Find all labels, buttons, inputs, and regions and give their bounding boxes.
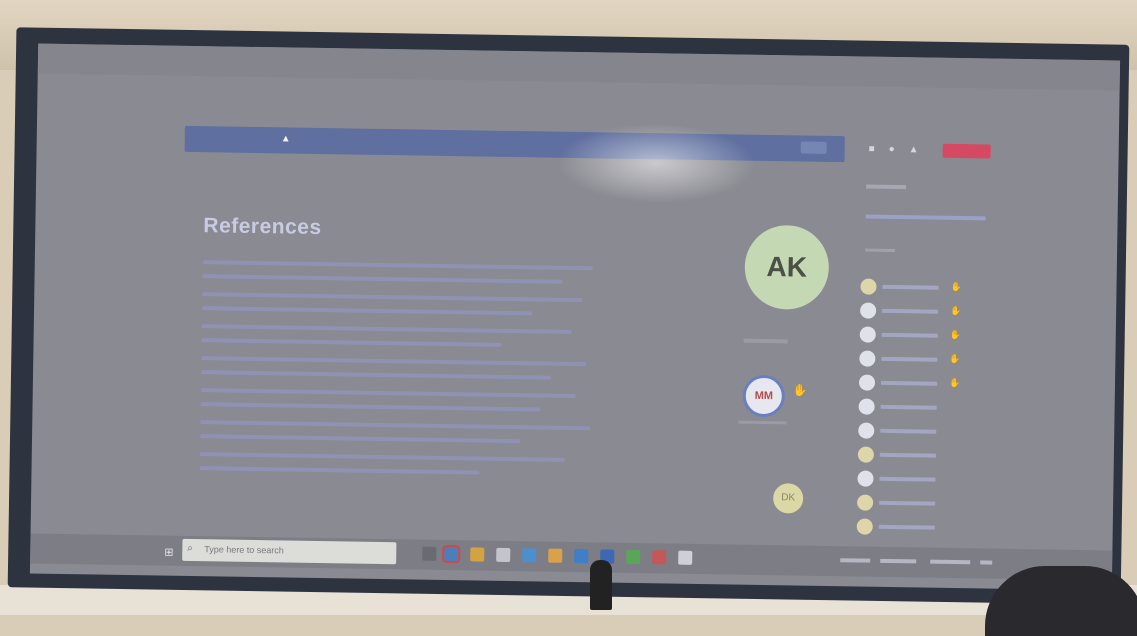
projected-screen: ▲ References AK MM ✋ DK ■ ● ▲ ✋ ✋ ✋ ✋ ✋ … — [29, 43, 1121, 591]
avatar — [859, 326, 876, 343]
taskbar-app-icon[interactable] — [652, 550, 667, 565]
participant-name — [880, 380, 938, 386]
taskbar-app-icon[interactable] — [678, 550, 693, 565]
participant-name — [879, 500, 936, 506]
taskbar-app-icon[interactable] — [574, 549, 589, 564]
participant-name — [879, 476, 936, 482]
participant-name — [881, 332, 938, 338]
participant-name — [881, 356, 938, 362]
list-item[interactable]: ✋ — [860, 302, 1010, 326]
system-tray — [840, 558, 1010, 567]
participant-name — [880, 428, 937, 434]
list-item[interactable] — [858, 422, 1008, 446]
participant-caption — [738, 420, 787, 425]
teams-taskbar-icon[interactable] — [442, 544, 461, 564]
avatar — [858, 422, 875, 439]
reference-line — [202, 292, 583, 303]
avatar — [858, 398, 875, 415]
reference-line — [200, 402, 541, 412]
mic-icon[interactable]: ● — [889, 144, 899, 155]
avatar[interactable]: MM — [742, 374, 786, 418]
share-icon[interactable]: ▲ — [909, 144, 919, 155]
list-item[interactable]: ✋ — [859, 326, 1010, 350]
list-item[interactable] — [856, 494, 1007, 518]
list-item[interactable] — [857, 446, 1008, 470]
warning-icon: ▲ — [280, 133, 291, 145]
clock — [930, 559, 971, 565]
dismiss-button[interactable] — [800, 141, 827, 154]
reference-line — [200, 420, 591, 431]
invite-link[interactable] — [865, 214, 986, 221]
meeting-controls: ■ ● ▲ — [864, 143, 1014, 163]
participant-name — [879, 452, 936, 458]
windows-start-icon[interactable]: ⊞ — [164, 546, 173, 559]
taskbar-app-icon[interactable] — [522, 548, 537, 563]
reference-line — [201, 356, 587, 367]
avatar — [860, 278, 877, 295]
search-input[interactable]: ⌕ Type here to search — [182, 538, 397, 565]
file-explorer-icon[interactable] — [470, 547, 485, 562]
list-item[interactable] — [856, 518, 1007, 542]
taskbar-app-icon[interactable] — [548, 548, 563, 563]
reference-line — [201, 338, 502, 347]
avatar — [858, 374, 876, 391]
page-title: References — [203, 214, 322, 240]
camera-icon[interactable]: ■ — [869, 144, 879, 155]
avatar — [856, 518, 873, 535]
participant-name — [880, 404, 937, 410]
task-view-icon[interactable] — [422, 546, 437, 561]
shared-content: References — [179, 164, 745, 533]
presenter-caption — [743, 338, 788, 344]
raised-hand-icon: ✋ — [948, 377, 961, 389]
avatar — [857, 446, 874, 463]
participant-name — [882, 308, 939, 314]
participant-name — [878, 524, 935, 530]
reference-line — [201, 324, 572, 334]
avatar — [860, 302, 877, 319]
reference-line — [199, 452, 565, 462]
pointer-shadow — [590, 560, 612, 610]
participants-panel: ■ ● ▲ ✋ ✋ ✋ ✋ ✋ — [850, 144, 1016, 550]
leave-button[interactable] — [942, 143, 991, 159]
search-icon: ⌕ — [187, 542, 194, 555]
participant-name — [882, 284, 939, 290]
tray-status — [880, 558, 917, 564]
raised-hand-icon: ✋ — [792, 383, 808, 398]
raised-hand-icon: ✋ — [950, 305, 962, 317]
reference-line — [200, 434, 521, 444]
avatar — [856, 494, 874, 511]
search-placeholder: Type here to search — [204, 544, 284, 556]
taskbar-app-icon[interactable] — [496, 547, 511, 563]
raised-hand-icon: ✋ — [949, 353, 961, 365]
video-stage: AK MM ✋ DK — [720, 214, 845, 546]
reference-line — [199, 466, 480, 475]
reference-line — [202, 306, 533, 316]
reference-line — [200, 388, 576, 399]
tray-icons — [840, 558, 871, 563]
list-item[interactable]: ✋ — [859, 350, 1009, 374]
list-item[interactable] — [857, 470, 1007, 494]
avatar — [859, 350, 876, 367]
raised-hand-icon: ✋ — [950, 281, 962, 293]
avatar[interactable]: DK — [772, 483, 804, 514]
taskbar-app-icon[interactable] — [626, 549, 641, 565]
avatar — [857, 470, 874, 487]
avatar[interactable]: AK — [744, 224, 830, 310]
section-label — [865, 248, 896, 253]
list-item[interactable] — [858, 398, 1008, 422]
reference-line — [202, 274, 563, 284]
participants-heading — [866, 184, 907, 190]
raised-hand-icon: ✋ — [949, 329, 962, 341]
list-item[interactable]: ✋ — [858, 374, 1009, 398]
list-item[interactable]: ✋ — [860, 278, 1010, 302]
reference-line — [202, 260, 593, 271]
notification-icon[interactable] — [980, 560, 993, 565]
reference-line — [201, 370, 552, 380]
